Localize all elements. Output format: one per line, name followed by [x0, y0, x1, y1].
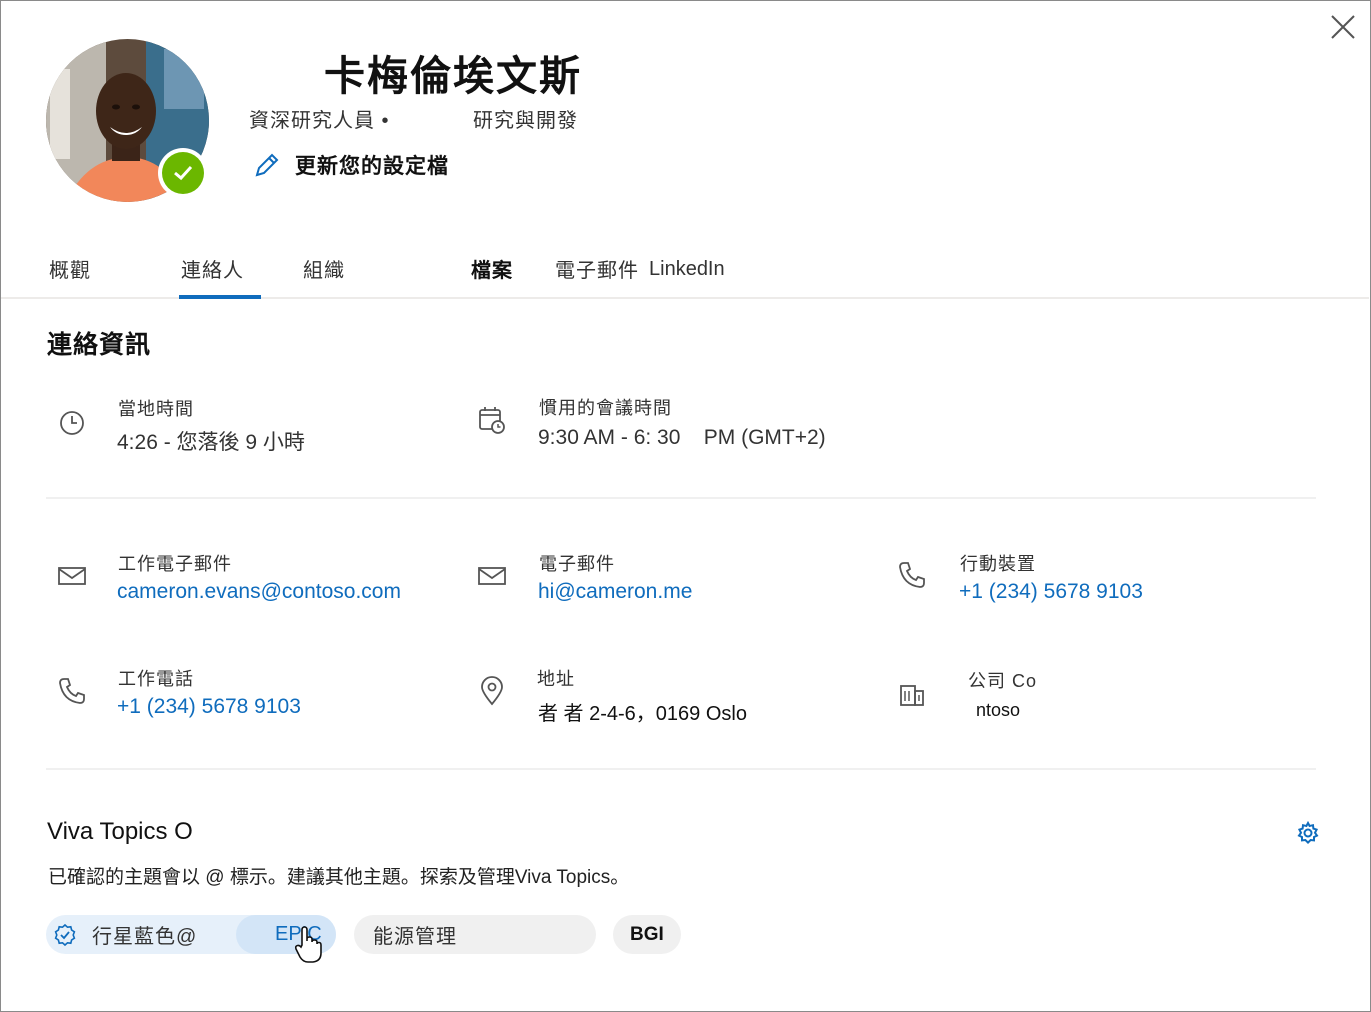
presence-badge — [158, 148, 208, 198]
topic-pill-bgi[interactable]: BGI — [613, 915, 681, 954]
viva-topics-title: Viva Topics O — [47, 818, 193, 845]
edit-profile-link[interactable]: 更新您的設定檔 — [253, 150, 449, 180]
mobile-label: 行動裝置 — [960, 554, 1036, 574]
local-time-label: 當地時間 — [118, 399, 194, 419]
email-link[interactable]: hi@cameron.me — [538, 580, 692, 604]
local-time-value: 4:26 - 您落後 9 小時 — [117, 431, 305, 454]
work-email-link[interactable]: cameron.evans@contoso.com — [117, 580, 401, 604]
checkmark-icon — [174, 165, 193, 181]
edit-profile-label: 更新您的設定檔 — [295, 155, 449, 178]
topic-pill-label: 能源管理 — [373, 926, 457, 948]
tab-email[interactable]: 電子郵件 — [555, 254, 639, 283]
mobile-link[interactable]: +1 (234) 5678 9103 — [959, 580, 1143, 604]
work-phone-label: 工作電話 — [118, 669, 194, 689]
email-label: 電子郵件 — [539, 554, 615, 574]
work-phone-link[interactable]: +1 (234) 5678 9103 — [117, 695, 301, 719]
tab-overview[interactable]: 概觀 — [49, 254, 91, 283]
phone-icon — [899, 562, 925, 588]
mail-icon — [58, 567, 86, 585]
gear-icon[interactable] — [1296, 821, 1320, 845]
work-email-label: 工作電子郵件 — [118, 554, 232, 574]
tab-files[interactable]: 檔案 — [471, 254, 513, 283]
divider — [46, 768, 1316, 770]
building-icon — [900, 685, 924, 706]
profile-card — [0, 0, 1371, 1012]
viva-topics-description: 已確認的主題會以 @ 標示。建議其他主題。探索及管理Viva Topics。 — [48, 867, 630, 888]
tab-contact[interactable]: 連絡人 — [181, 254, 244, 283]
profile-name: 卡梅倫埃文斯 — [324, 53, 582, 99]
pencil-icon — [255, 153, 279, 177]
topic-pill-label: 行星藍色@ — [92, 926, 198, 948]
divider — [46, 497, 1316, 499]
topic-pill-label: BGI — [630, 923, 664, 945]
active-tab-indicator — [179, 295, 261, 299]
address-value: 者 者 2-4-6，0169 Oslo — [538, 703, 747, 725]
tab-organization[interactable]: 組織 — [303, 254, 345, 283]
department: 研究與開發 — [473, 110, 578, 132]
meeting-time-value: 9:30 AM - 6: 30 PM (GMT+2) — [538, 426, 826, 449]
mail-icon — [478, 567, 506, 585]
verified-badge-icon — [54, 923, 76, 946]
topic-pill-energy[interactable]: 能源管理 — [354, 915, 596, 954]
address-label: 地址 — [537, 669, 575, 689]
company-value: ntoso — [976, 700, 1021, 720]
hand-cursor-icon — [294, 926, 322, 963]
close-icon[interactable] — [1330, 14, 1356, 40]
company-label: 公司 Co — [968, 671, 1038, 691]
phone-icon — [59, 678, 85, 704]
clock-icon — [60, 411, 84, 435]
job-title: 資深研究人員 • — [249, 110, 390, 132]
contact-section-title: 連絡資訊 — [47, 331, 152, 359]
location-pin-icon — [481, 676, 503, 706]
tab-linkedin[interactable]: LinkedIn — [649, 258, 725, 281]
calendar-clock-icon — [479, 407, 505, 434]
meeting-time-label: 慣用的會議時間 — [539, 398, 672, 418]
